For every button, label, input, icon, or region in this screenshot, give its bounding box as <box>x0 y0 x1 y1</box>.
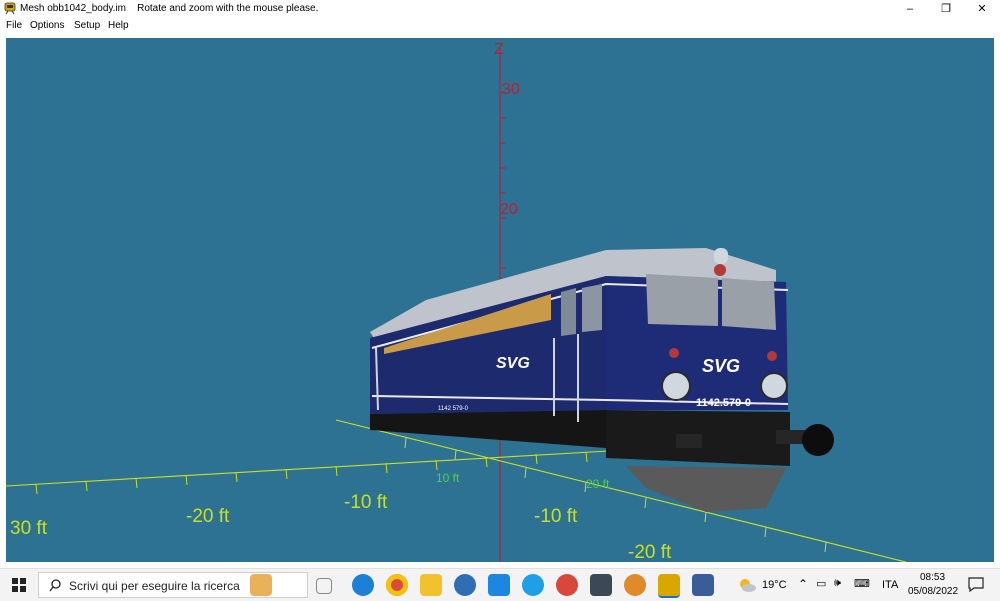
skype-icon[interactable] <box>522 574 544 596</box>
network-icon[interactable]: ▭ <box>816 577 826 590</box>
menu-file[interactable]: File <box>6 20 22 31</box>
ft-small-label: 10 ft <box>436 471 460 485</box>
menu-help[interactable]: Help <box>108 20 129 31</box>
z-tick-label: 30 <box>502 81 520 98</box>
title-bar: Mesh obb1042_body.im Rotate and zoom wit… <box>0 0 1000 18</box>
language-indicator[interactable]: ITA <box>882 579 898 591</box>
3d-viewport[interactable]: Z 30 20 30 ft -20 ft -10 ft -10 ft -20 f… <box>6 38 994 562</box>
app-icon[interactable] <box>624 574 646 596</box>
ft-label: -20 ft <box>628 542 672 562</box>
ft-label: -10 ft <box>534 506 578 527</box>
restore-button[interactable]: ❐ <box>928 0 964 18</box>
app-icon[interactable] <box>590 574 612 596</box>
app-icon[interactable] <box>556 574 578 596</box>
file-explorer-icon[interactable] <box>420 574 442 596</box>
z-tick-label: 20 <box>500 201 518 218</box>
volume-icon[interactable]: 🕪 <box>834 577 841 590</box>
front-number: 1142.579-0 <box>696 397 751 409</box>
front-logo: SVG <box>702 356 740 376</box>
menu-bar: File Options Setup Help <box>0 18 1000 34</box>
app-icon[interactable] <box>692 574 714 596</box>
side-logo: SVG <box>496 355 530 372</box>
ft-small-label: 20 ft <box>586 477 610 491</box>
ft-label: 30 ft <box>10 518 48 539</box>
train-app-taskbar-icon[interactable] <box>658 574 680 598</box>
side-number: 1142 579-0 <box>438 406 469 412</box>
ft-label: -10 ft <box>344 492 388 513</box>
weather-temp[interactable]: 19°C <box>762 579 787 591</box>
clock-date[interactable]: 05/08/2022 <box>908 586 958 597</box>
windows-start-icon[interactable] <box>12 578 26 592</box>
train-app-icon <box>4 2 16 15</box>
z-axis-label: Z <box>494 41 504 58</box>
ft-label: -20 ft <box>186 506 230 527</box>
search-icon <box>49 579 61 592</box>
weather-icon[interactable] <box>738 577 756 593</box>
taskbar: Scrivi qui per eseguire la ricerca 19°C … <box>0 568 1000 601</box>
keyboard-icon[interactable]: ⌨ <box>854 577 870 590</box>
menu-setup[interactable]: Setup <box>74 20 100 31</box>
app-icon[interactable] <box>454 574 476 596</box>
task-view-icon[interactable] <box>316 578 332 594</box>
teamviewer-icon[interactable] <box>488 574 510 596</box>
edge-icon[interactable] <box>352 574 374 596</box>
chrome-icon[interactable] <box>386 574 408 596</box>
tray-chevron-icon[interactable]: ⌃ <box>798 577 808 591</box>
scene-svg: Z 30 20 30 ft -20 ft -10 ft -10 ft -20 f… <box>6 41 907 562</box>
clock-time[interactable]: 08:53 <box>920 572 945 583</box>
menu-options[interactable]: Options <box>30 20 64 31</box>
window-title: Mesh obb1042_body.im Rotate and zoom wit… <box>20 3 319 14</box>
search-placeholder: Scrivi qui per eseguire la ricerca <box>69 579 240 593</box>
minimize-button[interactable]: – <box>892 0 928 18</box>
close-button[interactable]: ✕ <box>964 0 1000 18</box>
notifications-icon[interactable] <box>968 577 984 592</box>
search-highlight-icon[interactable] <box>250 574 272 596</box>
